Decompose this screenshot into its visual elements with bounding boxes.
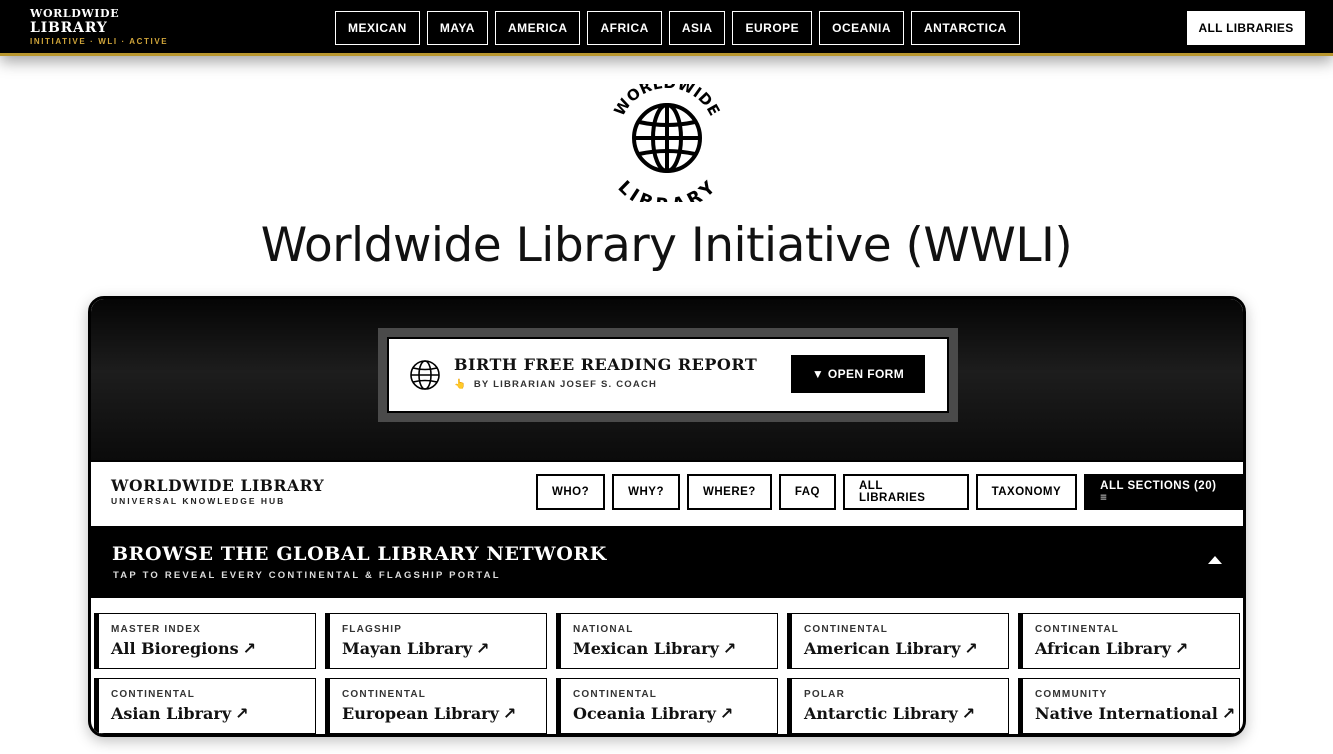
library-card: BIRTH FREE READING REPORT 👆 BY LIBRARIAN… — [88, 296, 1246, 737]
top-nav-europe[interactable]: EUROPE — [732, 11, 813, 45]
arrow-up-right-icon: ↗ — [961, 704, 976, 723]
brand-line2: LIBRARY — [30, 20, 108, 36]
promo-title: BIRTH FREE READING REPORT — [454, 355, 758, 374]
tile-category: MASTER INDEX — [111, 624, 201, 635]
tile-category: POLAR — [804, 689, 845, 700]
tile-category: CONTINENTAL — [1035, 624, 1120, 635]
all-libraries-section-button[interactable]: ALL LIBRARIES — [842, 474, 969, 510]
tile-category: CONTINENTAL — [111, 689, 196, 700]
globe-icon — [632, 103, 702, 173]
tile-category: CONTINENTAL — [804, 624, 889, 635]
caret-up-icon[interactable] — [1208, 556, 1222, 564]
tile-name: Asian Library — [111, 704, 232, 723]
tile-category: COMMUNITY — [1035, 689, 1108, 700]
brand-line1: WORLDWIDE — [30, 7, 120, 20]
page-title: Worldwide Library Initiative (WWLI) — [260, 218, 1073, 273]
arrow-up-right-icon: ↗ — [719, 704, 734, 723]
tile-name: Native International — [1035, 704, 1218, 723]
globe-icon — [410, 360, 440, 390]
all-libraries-button[interactable]: ALL LIBRARIES — [1187, 11, 1305, 45]
who-button[interactable]: WHO? — [536, 474, 606, 510]
browse-title: BROWSE THE GLOBAL LIBRARY NETWORK — [112, 543, 607, 565]
top-nav-mexican[interactable]: MEXICAN — [335, 11, 420, 45]
library-tile-european[interactable]: CONTINENTAL European Library ↗ — [325, 678, 547, 734]
library-tile-antarctic[interactable]: POLAR Antarctic Library ↗ — [787, 678, 1009, 734]
library-tile-oceania[interactable]: CONTINENTAL Oceania Library ↗ — [556, 678, 778, 734]
library-tile-all-bioregions[interactable]: MASTER INDEX All Bioregions ↗ — [94, 613, 316, 669]
tile-name: Antarctic Library — [804, 704, 958, 723]
top-nav: MEXICAN MAYA AMERICA AFRICA ASIA EUROPE … — [335, 11, 1020, 45]
arrow-up-right-icon: ↗ — [964, 639, 978, 658]
library-tile-american[interactable]: CONTINENTAL American Library ↗ — [787, 613, 1009, 669]
tile-category: CONTINENTAL — [573, 689, 658, 700]
logo-bottom-text: LIBRARY — [614, 177, 719, 202]
top-nav-maya[interactable]: MAYA — [426, 11, 488, 45]
tile-category: CONTINENTAL — [342, 689, 427, 700]
brand-tagline: INITIATIVE · WLI · ACTIVE — [30, 37, 169, 46]
tile-name: Mexican Library — [573, 639, 719, 658]
library-tile-mexican[interactable]: NATIONAL Mexican Library ↗ — [556, 613, 778, 669]
section-nav: WORLDWIDE LIBRARY UNIVERSAL KNOWLEDGE HU… — [91, 460, 1243, 526]
tile-name: Oceania Library — [573, 704, 716, 723]
arrow-up-right-icon: ↗ — [242, 639, 257, 658]
taxonomy-button[interactable]: TAXONOMY — [975, 474, 1078, 510]
section-brand-title: WORLDWIDE LIBRARY — [111, 476, 325, 495]
arrow-up-right-icon: ↗ — [475, 639, 490, 658]
section-brand-tagline: UNIVERSAL KNOWLEDGE HUB — [111, 496, 286, 506]
library-tile-mayan[interactable]: FLAGSHIP Mayan Library ↗ — [325, 613, 547, 669]
arrow-up-right-icon: ↗ — [722, 639, 737, 658]
tile-name: European Library — [342, 704, 499, 723]
promo-subtitle: 👆 BY LIBRARIAN JOSEF S. COACH — [454, 379, 657, 390]
promo-author: BY LIBRARIAN JOSEF S. COACH — [473, 379, 658, 390]
tile-name: African Library — [1035, 639, 1171, 658]
brand[interactable]: WORLDWIDE LIBRARY INITIATIVE · WLI · ACT… — [30, 7, 169, 47]
open-form-button[interactable]: ▼ OPEN FORM — [791, 355, 925, 393]
tile-category: NATIONAL — [573, 624, 634, 635]
tile-category: FLAGSHIP — [342, 624, 403, 635]
browse-header[interactable]: BROWSE THE GLOBAL LIBRARY NETWORK TAP TO… — [91, 526, 1243, 598]
top-nav-africa[interactable]: AFRICA — [587, 11, 662, 45]
section-nav-buttons: WHO? WHY? WHERE? FAQ ALL LIBRARIES TAXON… — [536, 474, 1243, 510]
tile-name: All Bioregions — [111, 639, 239, 658]
where-button[interactable]: WHERE? — [687, 474, 772, 510]
arrow-up-right-icon: ↗ — [1221, 704, 1236, 723]
top-nav-oceania[interactable]: OCEANIA — [819, 11, 905, 45]
library-tile-asian[interactable]: CONTINENTAL Asian Library ↗ — [94, 678, 316, 734]
tile-name: Mayan Library — [342, 639, 472, 658]
hero-banner: BIRTH FREE READING REPORT 👆 BY LIBRARIAN… — [91, 299, 1243, 460]
why-button[interactable]: WHY? — [612, 474, 680, 510]
top-nav-asia[interactable]: ASIA — [668, 11, 726, 45]
pointing-hand-icon: 👆 — [454, 379, 468, 390]
all-sections-button[interactable]: ALL SECTIONS (20) ≡ — [1084, 474, 1243, 510]
arrow-up-right-icon: ↗ — [1174, 639, 1189, 658]
library-grid: MASTER INDEX All Bioregions ↗ FLAGSHIP Ma… — [94, 613, 1242, 734]
library-tile-native-international[interactable]: COMMUNITY Native International ↗ — [1018, 678, 1240, 734]
promo-frame: BIRTH FREE READING REPORT 👆 BY LIBRARIAN… — [378, 328, 958, 422]
section-brand[interactable]: WORLDWIDE LIBRARY UNIVERSAL KNOWLEDGE HU… — [111, 476, 324, 506]
arrow-up-right-icon: ↗ — [235, 704, 249, 723]
worldwide-library-logo: WORLDWIDE LIBRARY — [610, 84, 723, 202]
library-tile-african[interactable]: CONTINENTAL African Library ↗ — [1018, 613, 1240, 669]
reading-report-promo: BIRTH FREE READING REPORT 👆 BY LIBRARIAN… — [387, 337, 949, 413]
svg-text:LIBRARY: LIBRARY — [614, 177, 720, 202]
browse-subtitle: TAP TO REVEAL EVERY CONTINENTAL & FLAGSH… — [113, 570, 501, 581]
arrow-up-right-icon: ↗ — [502, 704, 517, 723]
top-bar: WORLDWIDE LIBRARY INITIATIVE · WLI · ACT… — [0, 0, 1333, 56]
tile-name: American Library — [804, 639, 961, 658]
top-nav-america[interactable]: AMERICA — [494, 11, 581, 45]
top-nav-antarctica[interactable]: ANTARCTICA — [911, 11, 1020, 45]
faq-button[interactable]: FAQ — [778, 474, 836, 510]
